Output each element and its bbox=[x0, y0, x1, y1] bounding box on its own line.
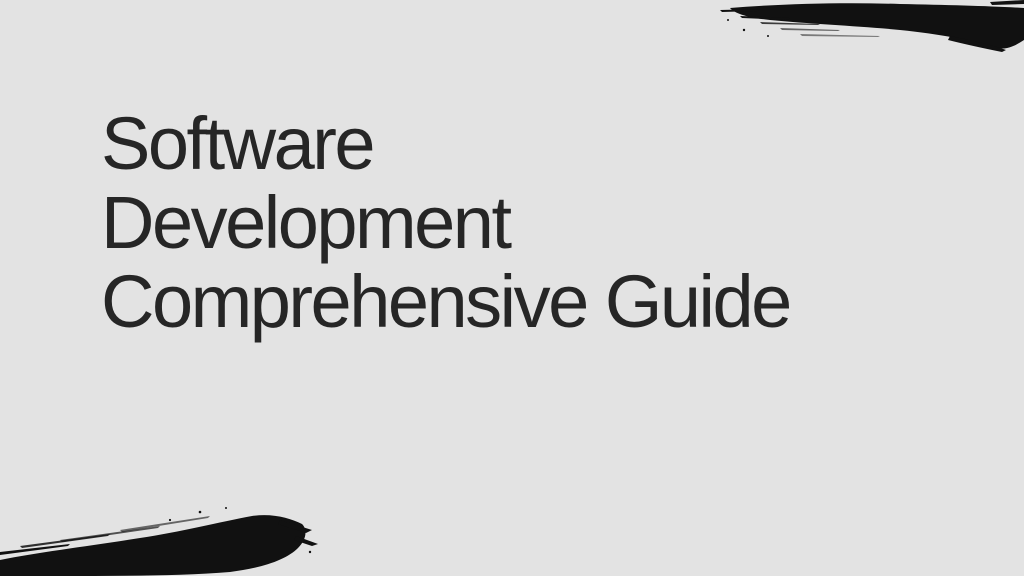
brush-stroke-top-right bbox=[720, 0, 1024, 52]
slide-canvas: Software Development Comprehensive Guide bbox=[0, 0, 1024, 576]
title-line-1: Software bbox=[101, 102, 376, 185]
title-line-2: Development bbox=[101, 181, 512, 264]
brush-stroke-bottom-left bbox=[0, 507, 318, 576]
title-line-3: Comprehensive Guide bbox=[101, 260, 792, 343]
slide-title: Software Development Comprehensive Guide bbox=[101, 104, 1001, 341]
